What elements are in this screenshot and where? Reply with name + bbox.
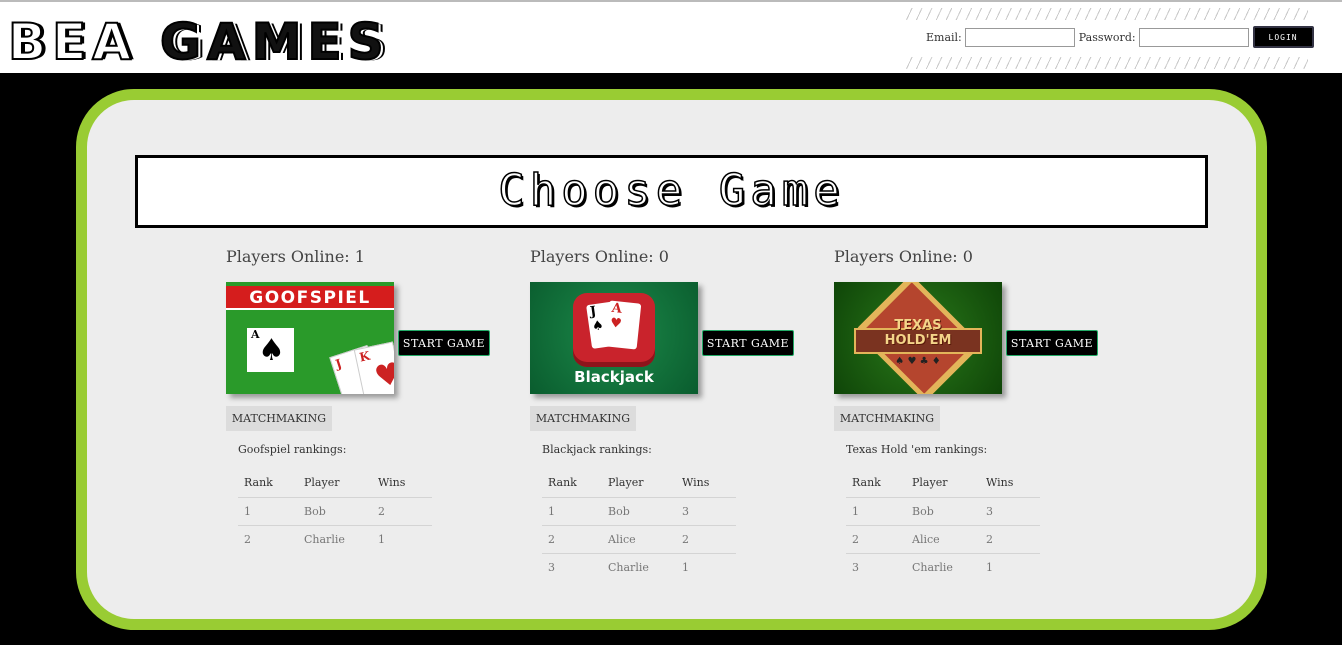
cell-wins: 1 — [378, 532, 385, 546]
cell-player: Bob — [602, 497, 676, 526]
cell-wins: 2 — [676, 525, 736, 554]
cell-rank: 1 — [238, 497, 298, 526]
players-online-label: Players Online: — [834, 247, 958, 266]
blackjack-thumbnail-label: Blackjack — [574, 368, 654, 386]
column-header-rank: Rank — [542, 469, 602, 498]
cell-rank: 2 — [244, 532, 251, 546]
cell-rank: 2 — [846, 525, 906, 554]
matchmaking-button[interactable]: MATCHMAKING — [834, 406, 940, 431]
game-card-texas-holdem: Players Online: 0 TEXAS HOLD'EM ♠ ♥ ♣ ♦ … — [834, 247, 1134, 574]
blackjack-thumbnail: J ♠ A ♥ Blackjack — [530, 282, 698, 394]
game-card-blackjack: Players Online: 0 J ♠ A ♥ Blackjack START … — [530, 247, 830, 574]
main-panel: Choose Game Players Online: 1 GOOFSPIEL … — [76, 89, 1267, 630]
texas-holdem-thumbnail: TEXAS HOLD'EM ♠ ♥ ♣ ♦ — [834, 282, 1002, 394]
table-row: 1 Bob 2 — [238, 497, 432, 526]
cell-player: Alice — [602, 525, 676, 554]
cell-wins: 3 — [676, 497, 736, 526]
login-button[interactable]: LOGIN — [1252, 26, 1314, 48]
ace-of-spades-card-icon: A ♠ — [247, 328, 294, 372]
password-label: Password: — [1078, 30, 1136, 44]
cell-player: Alice — [906, 525, 980, 554]
column-header-wins: Wins — [676, 469, 736, 498]
matchmaking-button[interactable]: MATCHMAKING — [530, 406, 636, 431]
table-row: 1 Bob 3 — [542, 497, 736, 526]
players-online: Players Online: 0 — [834, 247, 1134, 267]
start-game-button[interactable]: START GAME — [1006, 330, 1098, 356]
cell-rank: 2 — [542, 525, 602, 554]
cell-player: Charlie — [608, 560, 649, 574]
game-card-goofspiel: Players Online: 1 GOOFSPIEL A ♠ J K ♥ STAR… — [226, 247, 526, 546]
cell-player: Charlie — [912, 560, 953, 574]
thumbnail-text-line-1: TEXAS — [894, 318, 942, 333]
table-header-row: Rank Player Wins — [238, 469, 432, 498]
goofspiel-thumbnail: GOOFSPIEL A ♠ J K ♥ — [226, 282, 394, 394]
column-header-player: Player — [602, 469, 676, 498]
ace-of-hearts-card-icon: A ♥ — [604, 300, 642, 350]
table-row: 3 Charlie 1 — [542, 553, 736, 581]
email-field[interactable] — [964, 27, 1075, 47]
texas-holdem-thumbnail-label: TEXAS HOLD'EM — [834, 318, 1002, 348]
start-game-button[interactable]: START GAME — [702, 330, 794, 356]
column-header-wins: Wins — [372, 469, 432, 498]
email-label: Email: — [926, 30, 962, 44]
table-row: 1 Bob 3 — [846, 497, 1040, 526]
rankings-title: Texas Hold 'em rankings: — [846, 443, 988, 456]
cell-rank: 1 — [846, 497, 906, 526]
table-header-row: Rank Player Wins — [542, 469, 736, 498]
column-header-rank: Rank — [238, 469, 298, 498]
table-row: 2 Alice 2 — [846, 525, 1040, 554]
cell-wins: 2 — [980, 525, 1040, 554]
start-game-button[interactable]: START GAME — [398, 330, 490, 356]
rankings-table: Rank Player Wins 1 Bob 2 2 Charlie 1 — [238, 469, 432, 553]
table-row: 2 Alice 2 — [542, 525, 736, 554]
cell-wins: 3 — [980, 497, 1040, 526]
players-online-count: 0 — [962, 247, 973, 266]
cell-player: Bob — [298, 497, 372, 526]
rankings-title: Goofspiel rankings: — [238, 443, 347, 456]
column-header-wins: Wins — [980, 469, 1040, 498]
cell-wins: 1 — [682, 560, 689, 574]
card-suits-icon: ♠ ♥ ♣ ♦ — [895, 356, 941, 367]
login-form: Email: Password: LOGIN — [926, 26, 1314, 48]
decorative-hatch-bottom — [906, 57, 1308, 69]
page-title: Choose Game — [498, 164, 845, 217]
rankings-title: Blackjack rankings: — [542, 443, 652, 456]
password-field[interactable] — [1138, 27, 1249, 47]
table-row: 2 Charlie 1 — [238, 525, 432, 553]
cell-rank: 1 — [542, 497, 602, 526]
blackjack-app-icon: J ♠ A ♥ — [573, 293, 655, 367]
cell-wins: 2 — [372, 497, 432, 526]
logo-text-bea: BEA — [7, 13, 137, 71]
cell-rank: 3 — [548, 560, 555, 574]
cell-player: Charlie — [304, 532, 345, 546]
rankings-table: Rank Player Wins 1 Bob 3 2 Alice 2 3 Cha… — [542, 469, 736, 581]
players-online-count: 1 — [354, 247, 365, 266]
goofspiel-banner-text: GOOFSPIEL — [226, 286, 394, 310]
top-bar: BEA GAMES Email: Password: LOGIN — [0, 0, 1342, 73]
cell-player: Bob — [906, 497, 980, 526]
thumbnail-text-line-2: HOLD'EM — [884, 333, 952, 348]
rankings-table: Rank Player Wins 1 Bob 3 2 Alice 2 3 Cha… — [846, 469, 1040, 581]
players-online: Players Online: 1 — [226, 247, 526, 267]
table-row: 3 Charlie 1 — [846, 553, 1040, 581]
column-header-player: Player — [906, 469, 980, 498]
decorative-hatch-top — [906, 8, 1308, 20]
cell-rank: 3 — [852, 560, 859, 574]
players-online-label: Players Online: — [226, 247, 350, 266]
matchmaking-button[interactable]: MATCHMAKING — [226, 406, 332, 431]
players-online: Players Online: 0 — [530, 247, 830, 267]
players-online-label: Players Online: — [530, 247, 654, 266]
cell-wins: 1 — [986, 560, 993, 574]
column-header-player: Player — [298, 469, 372, 498]
column-header-rank: Rank — [846, 469, 906, 498]
table-header-row: Rank Player Wins — [846, 469, 1040, 498]
players-online-count: 0 — [658, 247, 669, 266]
logo-text-games: GAMES — [159, 13, 390, 71]
title-box: Choose Game — [135, 155, 1208, 228]
